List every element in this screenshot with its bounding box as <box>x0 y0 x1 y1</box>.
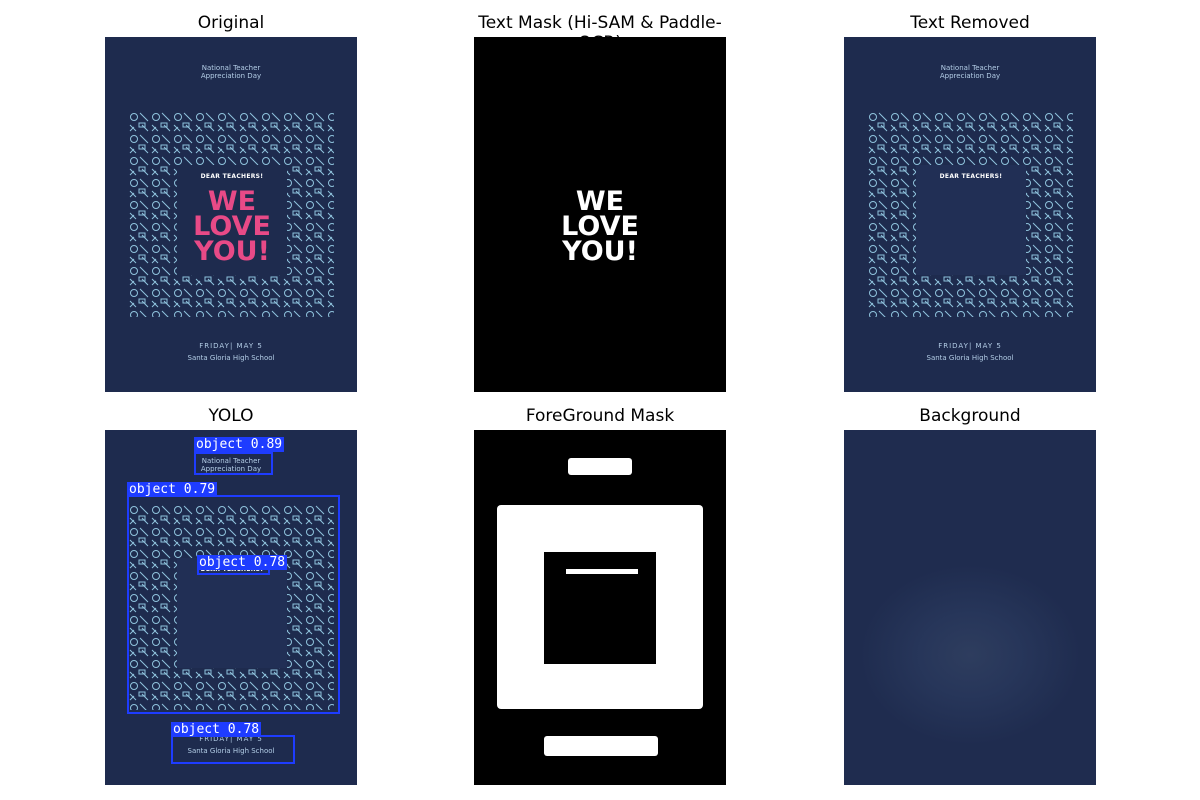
removed-footer-line1: FRIDAY| MAY 5 <box>938 342 1002 350</box>
mask-big-line3: YOU! <box>562 236 638 267</box>
foreground-mask-image <box>474 430 726 785</box>
mask-blob-footer <box>544 736 658 756</box>
detection-label-dear: object 0.78 <box>197 555 288 570</box>
poster-footer-line1: FRIDAY| MAY 5 <box>199 342 263 350</box>
panel-title-yolo: YOLO <box>208 406 254 426</box>
text-mask-image: WE LOVE YOU! <box>474 37 726 392</box>
detection-label-pattern: object 0.79 <box>127 482 218 497</box>
panel-title-original: Original <box>197 13 265 33</box>
text-removed-image: National Teacher Appreciation Day DEAR T… <box>844 37 1096 392</box>
detection-label-footer: object 0.78 <box>171 722 262 737</box>
poster-dear-teachers: DEAR TEACHERS! <box>200 173 264 180</box>
mask-blob-dear <box>566 569 638 574</box>
mask-blob-header <box>568 458 632 475</box>
original-image: National Teacher Appreciation Day DEAR T… <box>105 37 357 392</box>
detection-box-pattern <box>127 495 340 714</box>
removed-header-line2: Appreciation Day <box>939 72 1001 80</box>
panel-title-background: Background <box>919 406 1021 426</box>
poster-header-line2: Appreciation Day <box>200 72 262 80</box>
background-image <box>844 430 1096 785</box>
detection-label-header: object 0.89 <box>194 437 285 452</box>
removed-center-card: DEAR TEACHERS! <box>916 165 1026 275</box>
panel-title-foreground-mask: ForeGround Mask <box>525 406 675 426</box>
panel-title-text-removed: Text Removed <box>910 13 1030 33</box>
poster-center-card: DEAR TEACHERS! WE LOVE YOU! <box>177 165 287 275</box>
removed-footer-line2: Santa Gloria High School <box>926 354 1014 362</box>
removed-dear-teachers: DEAR TEACHERS! <box>939 173 1003 180</box>
yolo-image: National Teacher Appreciation Day DEAR T… <box>105 430 357 785</box>
detection-box-footer <box>171 735 295 764</box>
poster-footer-line2: Santa Gloria High School <box>187 354 275 362</box>
poster-big-line3: YOU! <box>194 236 270 267</box>
detection-box-header <box>194 452 273 475</box>
